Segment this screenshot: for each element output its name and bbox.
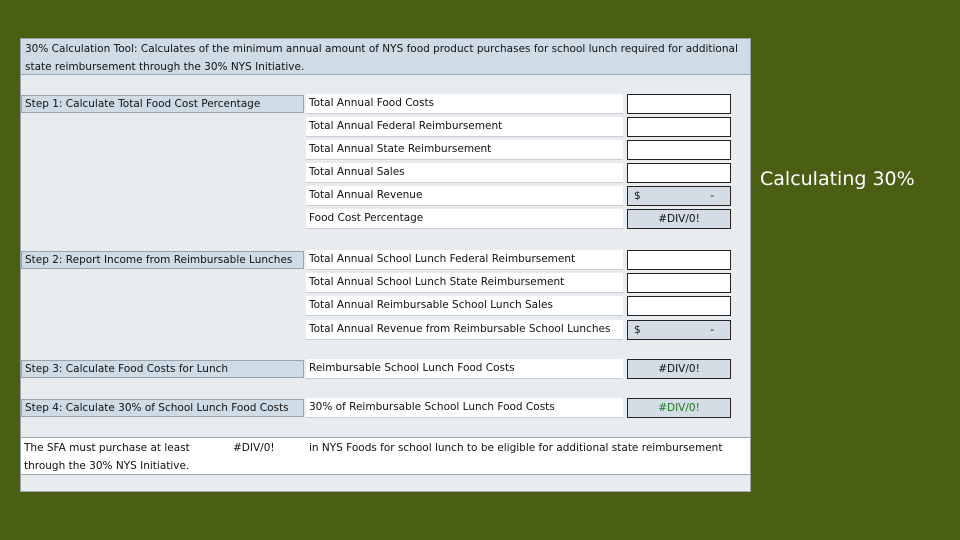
- row-food-cost-percentage: Food Cost Percentage: [306, 209, 623, 229]
- row-reimbursable-school-lunch-sales: Total Annual Reimbursable School Lunch S…: [306, 296, 623, 316]
- step-4-label: Step 4: Calculate 30% of School Lunch Fo…: [21, 399, 304, 417]
- row-total-annual-food-costs: Total Annual Food Costs: [306, 94, 623, 114]
- value-reimbursable-lunch-food-costs: #DIV/0!: [627, 359, 731, 379]
- slide-title: Calculating 30%: [760, 168, 915, 190]
- input-total-annual-federal-reimbursement[interactable]: [627, 117, 731, 137]
- statement-left-text: The SFA must purchase at least through t…: [24, 442, 190, 472]
- header-line-2: state reimbursement through the 30% NYS …: [25, 61, 305, 73]
- calculation-sheet: 30% Calculation Tool: Calculates of the …: [20, 38, 751, 492]
- input-total-annual-state-reimbursement[interactable]: [627, 140, 731, 160]
- row-school-lunch-state-reimbursement: Total Annual School Lunch State Reimburs…: [306, 273, 623, 293]
- input-school-lunch-state-reimbursement[interactable]: [627, 273, 731, 293]
- row-30-percent-food-costs: 30% of Reimbursable School Lunch Food Co…: [306, 398, 623, 418]
- tool-header: 30% Calculation Tool: Calculates of the …: [21, 39, 750, 75]
- value-total-annual-revenue: $ -: [627, 186, 731, 206]
- currency-symbol: $: [634, 324, 641, 336]
- input-school-lunch-federal-reimbursement[interactable]: [627, 250, 731, 270]
- empty-value-dash: -: [710, 324, 714, 336]
- statement-result-value: #DIV/0!: [233, 442, 275, 454]
- row-total-annual-federal-reimbursement: Total Annual Federal Reimbursement: [306, 117, 623, 137]
- header-line-1: 30% Calculation Tool: Calculates of the …: [25, 43, 738, 55]
- step-1-label: Step 1: Calculate Total Food Cost Percen…: [21, 95, 304, 113]
- step-3-label: Step 3: Calculate Food Costs for Lunch: [21, 360, 304, 378]
- input-reimbursable-school-lunch-sales[interactable]: [627, 296, 731, 316]
- statement-right-text: in NYS Foods for school lunch to be elig…: [309, 442, 723, 454]
- input-total-annual-food-costs[interactable]: [627, 94, 731, 114]
- row-total-annual-state-reimbursement: Total Annual State Reimbursement: [306, 140, 623, 160]
- value-30-percent-food-costs: #DIV/0!: [627, 398, 731, 418]
- input-total-annual-sales[interactable]: [627, 163, 731, 183]
- result-statement: The SFA must purchase at least through t…: [21, 437, 750, 475]
- empty-value-dash: -: [710, 190, 714, 202]
- value-revenue-reimbursable-lunches: $ -: [627, 320, 731, 340]
- value-food-cost-percentage: #DIV/0!: [627, 209, 731, 229]
- step-2-label: Step 2: Report Income from Reimbursable …: [21, 251, 304, 269]
- row-revenue-reimbursable-lunches: Total Annual Revenue from Reimbursable S…: [306, 320, 623, 340]
- row-school-lunch-federal-reimbursement: Total Annual School Lunch Federal Reimbu…: [306, 250, 623, 270]
- row-total-annual-sales: Total Annual Sales: [306, 163, 623, 183]
- currency-symbol: $: [634, 190, 641, 202]
- row-reimbursable-lunch-food-costs: Reimbursable School Lunch Food Costs: [306, 359, 623, 379]
- row-total-annual-revenue: Total Annual Revenue: [306, 186, 623, 206]
